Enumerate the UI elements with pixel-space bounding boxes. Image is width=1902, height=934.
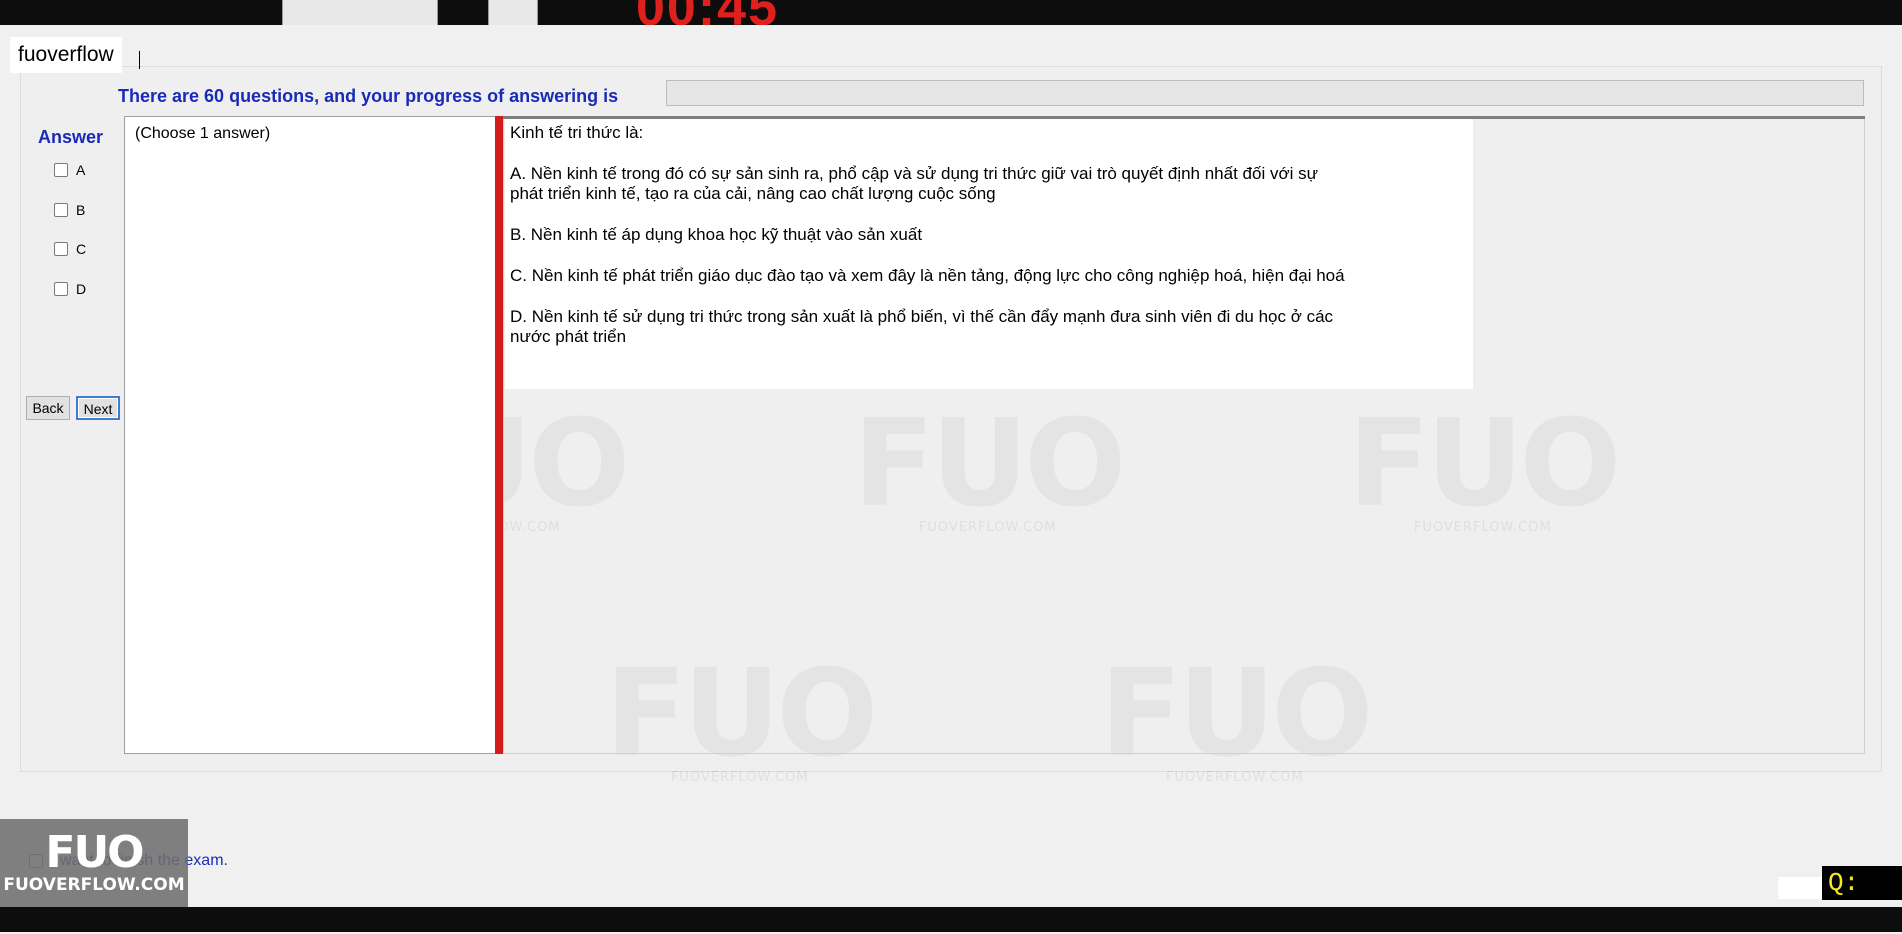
answer-option-label: A [76, 162, 86, 178]
logo-url: FUOVERFLOW.COM [3, 875, 185, 895]
answer-title: Answer [38, 127, 104, 147]
answer-option-a[interactable]: A [54, 162, 85, 178]
checkbox-b[interactable] [54, 203, 68, 217]
checkbox-c[interactable] [54, 242, 68, 256]
question-stem: Kinh tế tri thức là: [510, 123, 644, 142]
question-option-text: C. Nền kinh tế phát triển giáo dục đào t… [510, 266, 1345, 285]
answer-option-label: C [76, 241, 87, 257]
question-counter: Q: 28 [1822, 866, 1902, 932]
app-name-label: fuoverflow [10, 37, 122, 73]
answer-option-label: B [76, 202, 86, 218]
question-option-text: D. Nền kinh tế sử dụng tri thức trong sả… [510, 307, 1334, 326]
question-option-text: B. Nền kinh tế áp dụng khoa học kỹ thuật… [510, 225, 923, 244]
exam-timer: 00:45 [636, 0, 779, 25]
bottom-black-bar [0, 907, 1902, 932]
top-small-field[interactable] [488, 0, 538, 25]
top-black-bar: 00:45 [0, 0, 1902, 25]
splitter-divider[interactable] [495, 116, 503, 754]
blank-field [1778, 877, 1824, 899]
logo-mark: FUO [45, 827, 144, 878]
checkbox-d[interactable] [54, 282, 68, 296]
answer-option-b[interactable]: B [54, 202, 85, 218]
question-option-text: nước phát triển [510, 327, 627, 346]
answer-option-d[interactable]: D [54, 281, 86, 297]
question-box: Kinh tế tri thức là: A. Nền kinh tế tron… [505, 119, 1473, 389]
answer-option-label: D [76, 281, 87, 297]
text-caret [139, 51, 140, 69]
checkbox-a[interactable] [54, 163, 68, 177]
back-button[interactable]: Back [26, 396, 70, 420]
progress-label: There are 60 questions, and your progres… [118, 86, 619, 106]
question-option-text: A. Nền kinh tế trong đó có sự sản sinh r… [510, 164, 1318, 183]
next-button[interactable]: Next [76, 396, 120, 420]
question-option-text: phát triển kinh tế, tạo ra của cải, nâng… [510, 184, 996, 203]
answer-option-c[interactable]: C [54, 241, 86, 257]
answer-hint-box: (Choose 1 answer) [124, 116, 502, 754]
fuoverflow-logo: FUO FUOVERFLOW.COM [0, 819, 188, 907]
top-dropdown[interactable] [282, 0, 438, 25]
choose-hint: (Choose 1 answer) [135, 125, 271, 142]
progress-bar [666, 80, 1864, 106]
